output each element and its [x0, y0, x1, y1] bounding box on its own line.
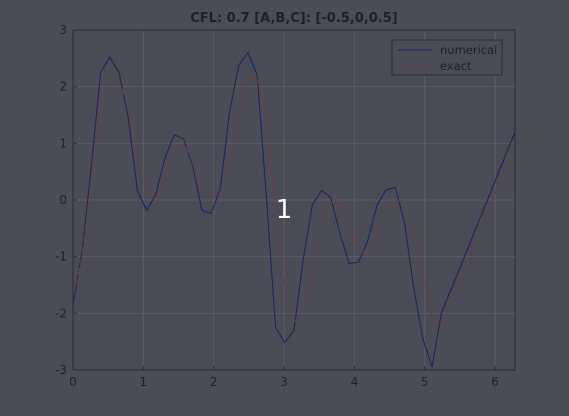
x-tick-label: 3	[280, 375, 288, 389]
x-tick-label: 2	[210, 375, 218, 389]
line-chart: CFL: 0.7 [A,B,C]: [-0.5,0,0.5] 0 1 2 3 4 5 6 3…	[55, 11, 516, 389]
legend: numerical exact	[391, 39, 503, 76]
x-tick-label: 6	[491, 375, 499, 389]
y-tick-label: 3	[59, 23, 67, 37]
y-tick-label: -2	[55, 306, 67, 320]
y-tick-label: 1	[59, 136, 67, 150]
chart-title: CFL: 0.7 [A,B,C]: [-0.5,0,0.5]	[190, 11, 397, 26]
x-tick-label: 5	[421, 375, 429, 389]
legend-label-exact: exact	[440, 59, 472, 73]
y-tick-label: -3	[55, 363, 67, 377]
overlay-label: 1	[276, 195, 293, 225]
y-tick-label: 2	[59, 80, 67, 94]
legend-label-numerical: numerical	[440, 43, 497, 57]
x-tick-label: 1	[140, 375, 148, 389]
y-tick-label: -1	[55, 250, 67, 264]
y-tick-label: 0	[59, 193, 67, 207]
x-tick-label: 4	[351, 375, 359, 389]
x-tick-label: 0	[69, 375, 77, 389]
